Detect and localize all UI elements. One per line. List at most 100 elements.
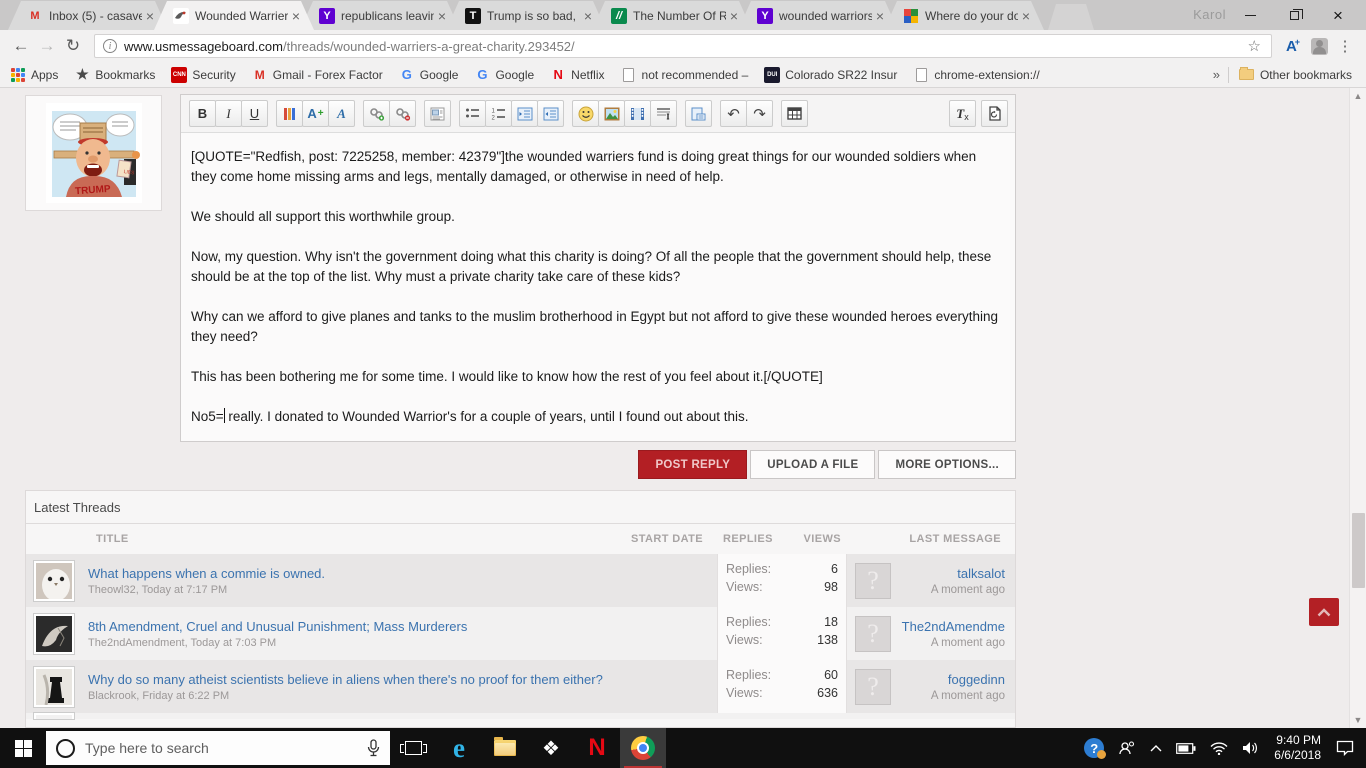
maximize-button[interactable]: [1272, 0, 1316, 30]
tab-close-icon[interactable]: ×: [726, 8, 742, 24]
question-avatar[interactable]: ?: [855, 668, 891, 705]
smilies-button[interactable]: [572, 100, 599, 127]
insert-image-button[interactable]: [598, 100, 625, 127]
drafts-button[interactable]: [685, 100, 712, 127]
start-button[interactable]: [0, 728, 46, 768]
tab-where-do-your[interactable]: Where do your do ×: [884, 1, 1044, 30]
bookmark-bookmarks[interactable]: ★ Bookmarks: [74, 66, 155, 83]
battery-button[interactable]: [1169, 728, 1203, 768]
insert-media-button[interactable]: [424, 100, 451, 127]
question-avatar[interactable]: ?: [855, 562, 891, 599]
bookmarks-overflow-icon[interactable]: »: [1205, 67, 1228, 82]
insert-quote-button[interactable]: [650, 100, 677, 127]
insert-link-button[interactable]: [363, 100, 390, 127]
minimize-button[interactable]: [1228, 0, 1272, 30]
profile-name[interactable]: Karol: [1193, 7, 1226, 22]
underline-button[interactable]: U: [241, 100, 268, 127]
insert-table-button[interactable]: [781, 100, 808, 127]
last-poster-link[interactable]: foggedinn: [891, 672, 1005, 687]
address-bar[interactable]: i www.usmessageboard.com/threads/wounded…: [94, 34, 1272, 58]
bookmark-star-icon[interactable]: ☆: [1244, 37, 1265, 55]
taskbar-search[interactable]: Type here to search: [46, 731, 390, 765]
thread-avatar-owl[interactable]: [34, 560, 74, 601]
tab-gmail-inbox[interactable]: M Inbox (5) - casaver ×: [8, 1, 168, 30]
tab-close-icon[interactable]: ×: [142, 8, 158, 24]
remove-formatting-button[interactable]: Tx: [949, 100, 976, 127]
tab-close-icon[interactable]: ×: [288, 8, 304, 24]
tab-close-icon[interactable]: ×: [1018, 8, 1034, 24]
scroll-up-icon[interactable]: ▲: [1353, 91, 1363, 101]
back-to-top-button[interactable]: [1309, 598, 1339, 626]
unlink-button[interactable]: [389, 100, 416, 127]
font-family-button[interactable]: A: [328, 100, 355, 127]
taskbar-clock[interactable]: 9:40 PM 6/6/2018: [1266, 733, 1329, 763]
thread-title-link[interactable]: What happens when a commie is owned.: [88, 566, 325, 581]
redo-button[interactable]: ↷: [746, 100, 773, 127]
other-bookmarks-folder[interactable]: Other bookmarks: [1239, 67, 1352, 83]
tab-close-icon[interactable]: ×: [872, 8, 888, 24]
text-color-button[interactable]: [276, 100, 303, 127]
column-last-message[interactable]: LAST MESSAGE: [847, 533, 1015, 545]
scroll-down-icon[interactable]: ▼: [1353, 715, 1363, 725]
tab-the-number-of[interactable]: // The Number Of Re ×: [592, 1, 752, 30]
scrollbar-thumb[interactable]: [1352, 513, 1365, 588]
wifi-button[interactable]: [1203, 728, 1235, 768]
person-extension-icon[interactable]: [1306, 33, 1332, 59]
bookmark-not-recommended[interactable]: not recommended –: [621, 67, 748, 83]
unordered-list-button[interactable]: [459, 100, 486, 127]
bookmark-netflix[interactable]: N Netflix: [550, 67, 604, 83]
column-replies[interactable]: REPLIES: [723, 533, 773, 545]
thread-avatar-rook[interactable]: [34, 666, 74, 707]
chrome-menu-icon[interactable]: ⋮: [1332, 33, 1358, 59]
task-view-button[interactable]: [390, 728, 436, 768]
bold-button[interactable]: B: [189, 100, 216, 127]
italic-button[interactable]: I: [215, 100, 242, 127]
outdent-button[interactable]: [511, 100, 538, 127]
bookmark-gmail[interactable]: M Gmail - Forex Factor: [252, 67, 383, 83]
tab-close-icon[interactable]: ×: [580, 8, 596, 24]
column-title[interactable]: TITLE: [96, 533, 129, 545]
editor-textarea[interactable]: [QUOTE="Redfish, post: 7225258, member: …: [181, 133, 1015, 427]
tab-wounded-warriers-active[interactable]: Wounded Warriers ×: [154, 1, 314, 30]
font-size-extension-icon[interactable]: A +: [1280, 33, 1306, 59]
page-info-icon[interactable]: i: [103, 39, 117, 53]
bookmark-google-1[interactable]: G Google: [399, 67, 459, 83]
bookmark-colorado-sr22[interactable]: DUI Colorado SR22 Insur: [764, 66, 897, 83]
action-center-button[interactable]: [1329, 728, 1366, 768]
undo-button[interactable]: ↶: [720, 100, 747, 127]
user-avatar-cartoon[interactable]: TRUMP LIES: [25, 95, 162, 211]
new-tab-button[interactable]: [1048, 4, 1094, 30]
thread-avatar-eagle[interactable]: [34, 613, 74, 654]
edge-button[interactable]: e: [436, 728, 482, 768]
last-poster-link[interactable]: The2ndAmendme: [891, 619, 1005, 634]
help-tray-button[interactable]: ?: [1077, 728, 1111, 768]
last-poster-link[interactable]: talksalot: [891, 566, 1005, 581]
page-scrollbar[interactable]: ▲ ▼: [1349, 88, 1366, 728]
tab-trump-is-so-bad[interactable]: T Trump is so bad, H ×: [446, 1, 606, 30]
netflix-button[interactable]: N: [574, 728, 620, 768]
bookmark-apps[interactable]: Apps: [10, 67, 58, 83]
hidden-icons-button[interactable]: [1143, 728, 1169, 768]
microphone-icon[interactable]: [367, 739, 380, 757]
upload-file-button[interactable]: UPLOAD A FILE: [750, 450, 876, 479]
post-reply-button[interactable]: POST REPLY: [638, 450, 748, 479]
tab-wounded-warriors-search[interactable]: Y wounded warriors ×: [738, 1, 898, 30]
insert-video-button[interactable]: [624, 100, 651, 127]
bookmark-google-2[interactable]: G Google: [474, 67, 534, 83]
ordered-list-button[interactable]: 12: [485, 100, 512, 127]
column-start-date[interactable]: START DATE: [631, 533, 717, 545]
volume-button[interactable]: [1235, 728, 1266, 768]
question-avatar[interactable]: ?: [855, 615, 891, 652]
tab-close-icon[interactable]: ×: [434, 8, 450, 24]
thread-title-link[interactable]: Why do so many atheist scientists believ…: [88, 672, 603, 687]
toggle-bbcode-button[interactable]: [981, 100, 1008, 127]
thread-title-link[interactable]: 8th Amendment, Cruel and Unusual Punishm…: [88, 619, 467, 634]
bookmark-chrome-extension[interactable]: chrome-extension://: [913, 67, 1040, 83]
indent-button[interactable]: [537, 100, 564, 127]
chrome-button-active[interactable]: [620, 728, 666, 768]
forward-button[interactable]: →: [34, 33, 60, 59]
reload-button[interactable]: ↻: [60, 33, 86, 59]
back-button[interactable]: ←: [8, 33, 34, 59]
dropbox-button[interactable]: ❖: [528, 728, 574, 768]
people-button[interactable]: [1111, 728, 1143, 768]
